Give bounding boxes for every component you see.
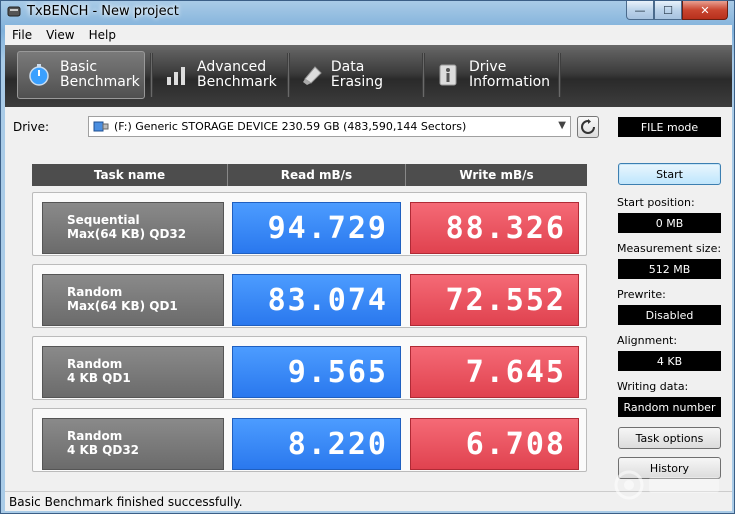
app-icon — [7, 6, 21, 17]
menu-help[interactable]: Help — [82, 28, 123, 42]
main-content: Drive: (F:) Generic STORAGE DEVICE 230.5… — [5, 107, 732, 491]
menu-file[interactable]: File — [5, 28, 39, 42]
alignment-label: Alignment: — [617, 334, 678, 347]
bar-chart-icon — [163, 62, 189, 88]
tab-label: Advanced Benchmark — [197, 59, 277, 90]
write-value: 6.708 — [410, 418, 579, 470]
menu-bar: File View Help — [5, 25, 732, 45]
header-task-name: Task name — [32, 164, 228, 186]
toolbar-separator — [287, 53, 290, 97]
header-write: Write mB/s — [459, 168, 534, 182]
task-options-button[interactable]: Task options — [618, 427, 721, 449]
tab-basic-benchmark[interactable]: Basic Benchmark — [17, 51, 145, 99]
alignment-field[interactable]: 4 KB — [618, 351, 721, 371]
window-title: TxBENCH - New project — [27, 4, 179, 19]
toolbar-separator — [150, 53, 153, 97]
task-button[interactable]: Random Max(64 KB) QD1 — [42, 274, 224, 326]
drive-select-value: (F:) Generic STORAGE DEVICE 230.59 GB (4… — [114, 120, 467, 133]
tab-data-erasing[interactable]: Data Erasing — [292, 51, 417, 99]
task-button[interactable]: Random 4 KB QD1 — [42, 346, 224, 398]
read-value: 94.729 — [232, 202, 401, 254]
task-button[interactable]: Random 4 KB QD32 — [42, 418, 224, 470]
status-text: Basic Benchmark finished successfully. — [9, 494, 243, 509]
read-value: 83.074 — [232, 274, 401, 326]
drive-icon — [93, 121, 109, 132]
close-button[interactable]: ✕ — [682, 1, 728, 20]
drive-label: Drive: — [13, 120, 50, 134]
result-row-rand-4k-qd32: Random 4 KB QD32 8.220 6.708 — [32, 408, 587, 472]
toolbar-separator — [558, 53, 561, 97]
start-button[interactable]: Start — [618, 163, 721, 185]
writing-data-label: Writing data: — [617, 380, 689, 393]
task-button[interactable]: Sequential Max(64 KB) QD32 — [42, 202, 224, 254]
mode-toolbar: Basic Benchmark Advanced Benchmark Data … — [5, 45, 732, 107]
drive-select[interactable]: (F:) Generic STORAGE DEVICE 230.59 GB (4… — [88, 116, 571, 137]
erase-icon — [300, 62, 325, 88]
info-icon — [435, 62, 461, 88]
result-row-seq-qd32: Sequential Max(64 KB) QD32 94.729 88.326 — [32, 192, 587, 256]
measurement-size-field[interactable]: 512 MB — [618, 259, 721, 279]
prewrite-field[interactable]: Disabled — [618, 305, 721, 325]
chevron-down-icon[interactable]: ▼ — [558, 120, 566, 131]
result-row-rand-64k-qd1: Random Max(64 KB) QD1 83.074 72.552 — [32, 264, 587, 328]
result-row-rand-4k-qd1: Random 4 KB QD1 9.565 7.645 — [32, 336, 587, 400]
measurement-size-label: Measurement size: — [617, 242, 722, 255]
refresh-icon — [581, 119, 595, 134]
prewrite-label: Prewrite: — [617, 288, 666, 301]
write-value: 7.645 — [410, 346, 579, 398]
read-value: 9.565 — [232, 346, 401, 398]
start-position-field[interactable]: 0 MB — [618, 213, 721, 233]
title-bar: TxBENCH - New project — ☐ ✕ — [1, 1, 734, 23]
refresh-button[interactable] — [577, 116, 599, 138]
tab-label: Basic Benchmark — [60, 59, 140, 90]
write-value: 72.552 — [410, 274, 579, 326]
start-position-label: Start position: — [617, 196, 695, 209]
maximize-button[interactable]: ☐ — [654, 1, 682, 20]
toolbar-separator — [422, 53, 425, 97]
caption-buttons: — ☐ ✕ — [626, 1, 728, 20]
tab-advanced-benchmark[interactable]: Advanced Benchmark — [155, 51, 283, 99]
results-header: Task name Read mB/s Write mB/s — [32, 164, 587, 186]
write-value: 88.326 — [410, 202, 579, 254]
tab-label: Drive Information — [469, 59, 551, 90]
header-read: Read mB/s — [228, 164, 406, 186]
watermark-logo-icon — [614, 470, 719, 500]
tab-drive-information[interactable]: Drive Information — [427, 51, 555, 99]
stopwatch-icon — [26, 62, 52, 88]
file-mode-indicator: FILE mode — [618, 117, 721, 137]
app-window: TxBENCH - New project — ☐ ✕ File View He… — [0, 0, 735, 514]
read-value: 8.220 — [232, 418, 401, 470]
writing-data-field[interactable]: Random number — [618, 397, 721, 417]
tab-label: Data Erasing — [330, 59, 383, 90]
menu-view[interactable]: View — [39, 28, 81, 42]
minimize-button[interactable]: — — [626, 1, 654, 20]
